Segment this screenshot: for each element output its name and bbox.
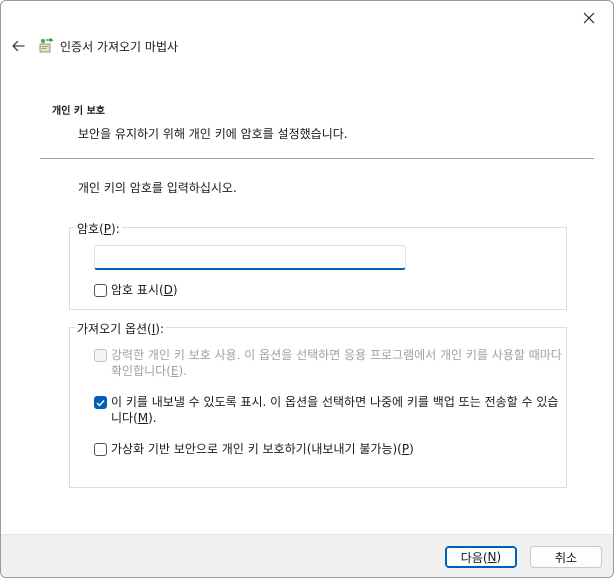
instruction-text: 개인 키의 암호를 입력하십시오. — [78, 181, 237, 195]
password-input[interactable] — [94, 245, 406, 270]
vbs-protection-checkbox[interactable] — [94, 443, 107, 456]
strong-protection-label: 강력한 개인 키 보호 사용. 이 옵션을 선택하면 응용 프로그램에서 개인 … — [111, 348, 562, 378]
strong-protection-checkbox-row: 강력한 개인 키 보호 사용. 이 옵션을 선택하면 응용 프로그램에서 개인 … — [94, 347, 564, 379]
password-group-label: 암호(P): — [75, 220, 122, 237]
strong-protection-checkbox — [94, 349, 107, 362]
checkmark-icon — [96, 399, 105, 407]
show-password-checkbox-row[interactable]: 암호 표시(D) — [94, 282, 178, 298]
next-button[interactable]: 다음(N) — [445, 546, 517, 568]
exportable-checkbox-row[interactable]: 이 키를 내보낼 수 있도록 표시. 이 옵션을 선택하면 나중에 키를 백업 … — [94, 394, 564, 426]
show-password-checkbox[interactable] — [94, 284, 107, 297]
import-wizard-window: 인증서 가져오기 마법사 개인 키 보호 보안을 유지하기 위해 개인 키에 암… — [0, 0, 614, 578]
section-description: 보안을 유지하기 위해 개인 키에 암호를 설정했습니다. — [78, 127, 348, 141]
exportable-label[interactable]: 이 키를 내보낼 수 있도록 표시. 이 옵션을 선택하면 나중에 키를 백업 … — [111, 394, 564, 426]
cancel-button[interactable]: 취소 — [530, 546, 602, 568]
back-button[interactable] — [7, 35, 29, 57]
import-options-label: 가져오기 옵션(I): — [75, 320, 167, 337]
certificate-wizard-icon — [39, 38, 54, 53]
vbs-protection-checkbox-row[interactable]: 가상화 기반 보안으로 개인 키 보호하기(내보내기 불가능)(P) — [94, 441, 564, 457]
section-title: 개인 키 보호 — [52, 106, 105, 117]
show-password-label[interactable]: 암호 표시(D) — [111, 282, 178, 298]
back-arrow-icon — [12, 40, 25, 52]
wizard-title: 인증서 가져오기 마법사 — [60, 40, 179, 54]
header-divider — [40, 158, 594, 159]
exportable-checkbox[interactable] — [94, 396, 107, 409]
wizard-footer — [1, 534, 613, 577]
vbs-protection-label[interactable]: 가상화 기반 보안으로 개인 키 보호하기(내보내기 불가능)(P) — [111, 441, 414, 457]
close-icon — [583, 12, 595, 24]
close-button[interactable] — [569, 5, 609, 31]
